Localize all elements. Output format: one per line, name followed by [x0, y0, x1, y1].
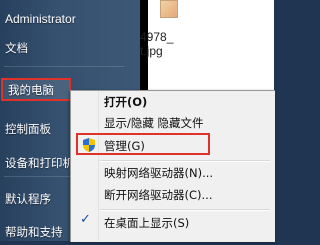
start-menu-item-documents[interactable]: 文档: [0, 35, 132, 61]
context-menu-separator: [100, 209, 270, 211]
context-menu-item-show-hide[interactable]: 显示/隐藏 隐藏文件: [104, 114, 204, 132]
checkmark-icon: ✓: [80, 212, 91, 227]
start-menu-user-name[interactable]: Administrator: [0, 6, 132, 32]
context-menu-item-open[interactable]: 打开(O): [104, 93, 147, 111]
file-name-line2: t.jpg: [140, 44, 163, 58]
context-menu-item-map-network-drive[interactable]: 映射网络驱动器(N)...: [104, 164, 213, 182]
start-menu-divider: [4, 66, 124, 67]
context-menu-separator: [100, 160, 270, 162]
desktop-file-label[interactable]: 4978_ t.jpg: [140, 30, 173, 58]
start-menu-item-my-computer[interactable]: 我的电脑: [1, 78, 71, 101]
context-menu-item-disconnect-network-drive[interactable]: 断开网络驱动器(C)...: [104, 186, 212, 204]
manage-highlight-box: [76, 133, 210, 155]
file-name-line1: 4978_: [140, 30, 174, 44]
context-menu-item-show-on-desktop[interactable]: 在桌面上显示(S): [104, 214, 189, 232]
image-file-thumbnail[interactable]: [160, 0, 178, 18]
